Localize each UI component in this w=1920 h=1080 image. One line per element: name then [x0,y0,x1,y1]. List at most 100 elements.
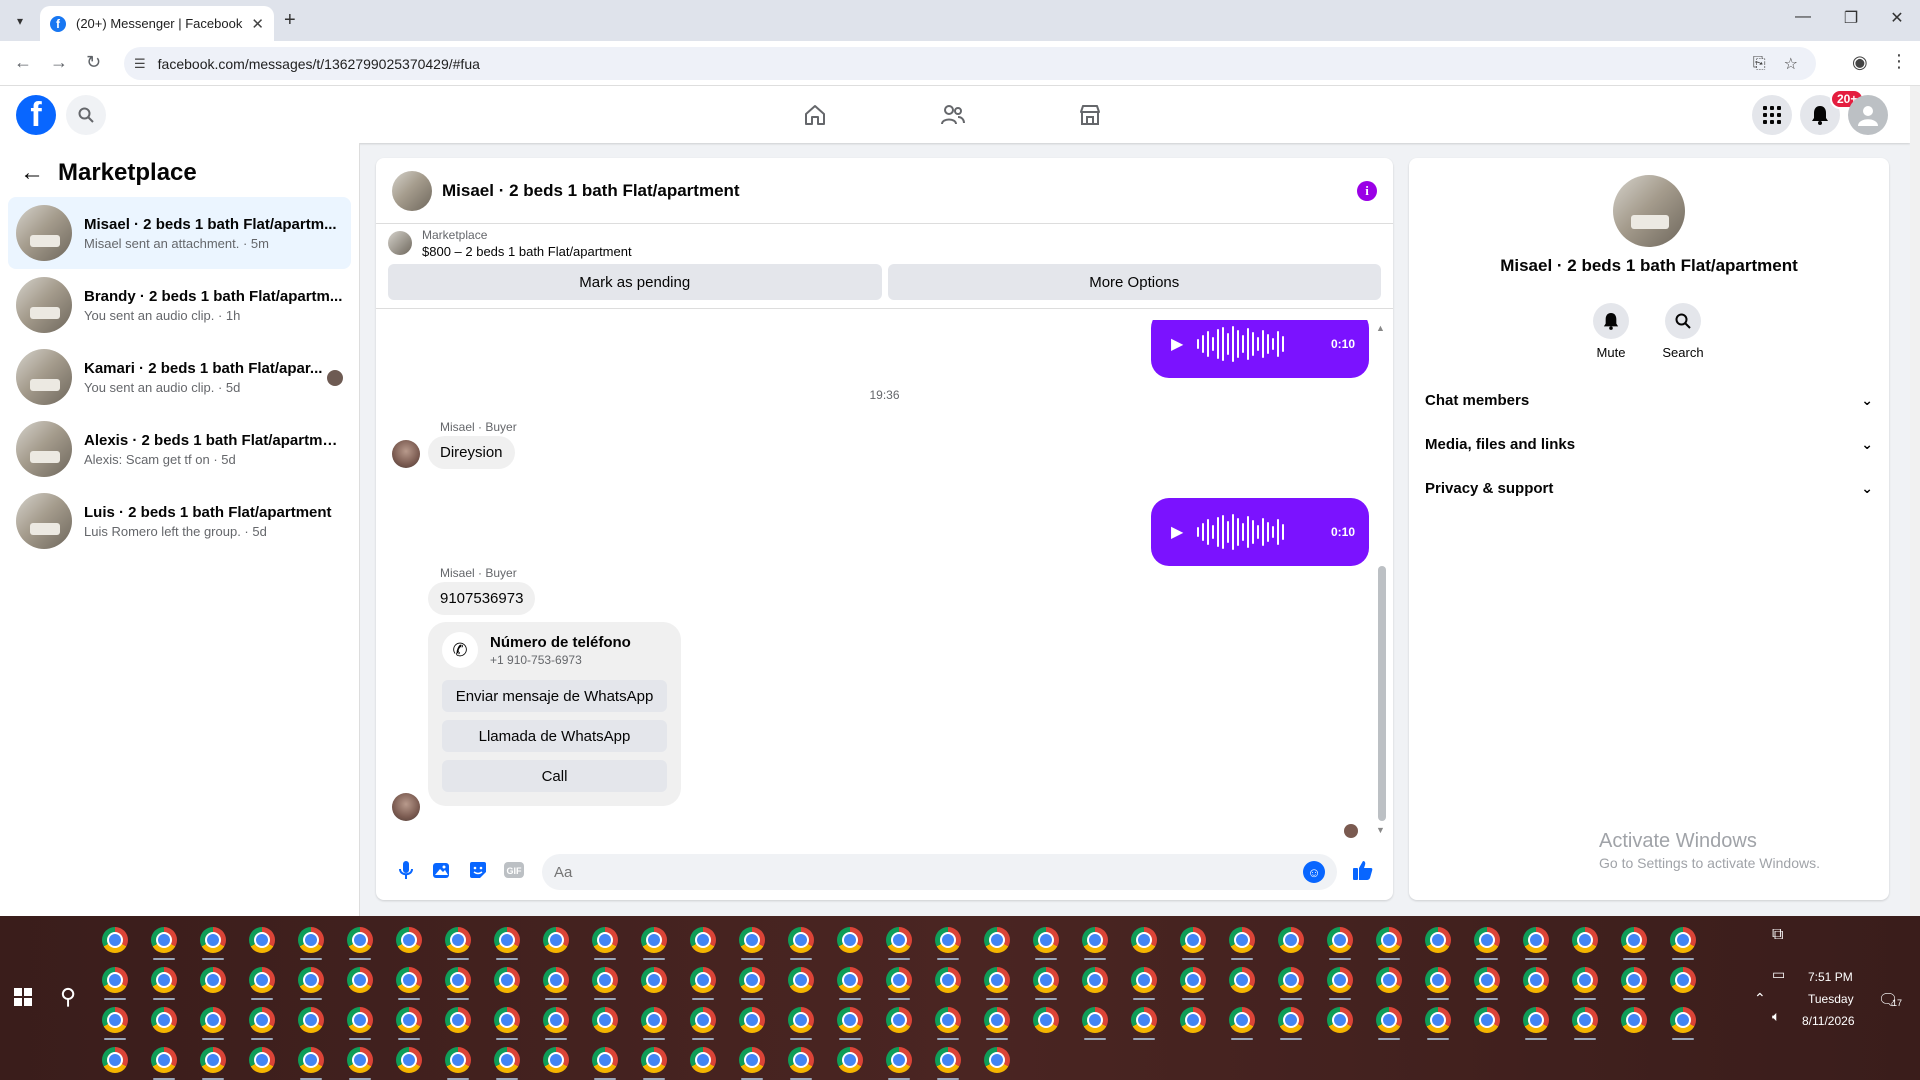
chrome-app-icon[interactable] [1180,927,1206,960]
taskbar-search-icon[interactable]: ⚲ [60,984,76,1010]
chrome-app-icon[interactable] [396,927,422,953]
chrome-app-icon[interactable] [543,927,569,953]
chrome-app-icon[interactable] [739,967,765,1000]
chrome-app-icon[interactable] [935,927,961,960]
chrome-app-icon[interactable] [494,1047,520,1080]
chat-title[interactable]: Misael · 2 beds 1 bath Flat/apartment [442,181,1357,201]
chrome-app-icon[interactable] [347,1047,373,1080]
chrome-app-icon[interactable] [347,927,373,960]
chrome-app-icon[interactable] [1082,967,1108,993]
chrome-app-icon[interactable] [1621,967,1647,1000]
chrome-app-icon[interactable] [396,967,422,1000]
bookmark-star-icon[interactable]: ☆ [1784,54,1798,74]
sticker-icon[interactable] [460,860,496,885]
play-icon[interactable]: ▶ [1171,522,1183,542]
chrome-app-icon[interactable] [739,1047,765,1080]
conversation-item[interactable]: Misael · 2 beds 1 bath Flat/apartm... Mi… [8,197,351,269]
window-close-icon[interactable]: ✕ [1874,8,1920,28]
search-control[interactable]: Search [1653,303,1713,360]
message-input[interactable] [554,863,1303,881]
chrome-app-icon[interactable] [1523,1007,1549,1040]
mark-as-pending-button[interactable]: Mark as pending [388,264,882,300]
chrome-app-icon[interactable] [249,927,275,953]
chrome-app-icon[interactable] [1376,1007,1402,1040]
microphone-icon[interactable] [388,860,424,885]
message-bubble[interactable]: 9107536973 [428,582,536,615]
chrome-app-icon[interactable] [1523,967,1549,993]
chrome-app-icon[interactable] [1523,927,1549,960]
chrome-app-icon[interactable] [1376,967,1402,993]
conversation-item[interactable]: Brandy · 2 beds 1 bath Flat/apartm... Yo… [8,269,351,341]
chrome-app-icon[interactable] [984,1047,1010,1073]
chrome-app-icon[interactable] [984,1007,1010,1040]
chrome-app-icon[interactable] [1474,1007,1500,1033]
marketplace-icon[interactable] [1070,99,1110,131]
reload-icon[interactable]: ↻ [86,52,101,73]
chrome-app-icon[interactable] [886,967,912,1000]
chrome-app-icon[interactable] [1327,927,1353,960]
chrome-app-icon[interactable] [592,927,618,960]
chrome-app-icon[interactable] [445,1047,471,1080]
search-icon[interactable] [66,95,106,135]
chrome-app-icon[interactable] [298,967,324,1000]
message-input-wrapper[interactable]: ☺ [542,854,1337,890]
chrome-app-icon[interactable] [1131,1007,1157,1040]
play-icon[interactable]: ▶ [1171,334,1183,354]
page-scrollbar[interactable] [1910,86,1920,916]
friends-icon[interactable] [933,99,973,131]
menu-grid-icon[interactable] [1752,95,1792,135]
restore-icon[interactable]: ❐ [1828,8,1874,28]
bell-icon[interactable] [1593,303,1629,339]
chat-members-section[interactable]: Chat members ⌄ [1425,382,1873,418]
chrome-app-icon[interactable] [1474,967,1500,1000]
chrome-app-icon[interactable] [102,927,128,953]
chrome-app-icon[interactable] [298,1007,324,1033]
chrome-app-icon[interactable] [788,927,814,960]
chrome-app-icon[interactable] [1082,1007,1108,1040]
chrome-app-icon[interactable] [1425,967,1451,1000]
new-tab-button[interactable]: + [284,9,296,32]
more-options-button[interactable]: More Options [887,264,1381,300]
chrome-app-icon[interactable] [935,967,961,993]
scroll-down-arrow-icon[interactable]: ▼ [1376,825,1385,835]
chrome-app-icon[interactable] [494,967,520,993]
message-list[interactable]: ▶ 0:10 19:36 Misael · Buyer Direysion ▶ … [376,320,1393,828]
clock-time[interactable]: 7:51 PM [1808,970,1853,984]
chrome-app-icon[interactable] [1082,927,1108,960]
chrome-app-icon[interactable] [445,967,471,1000]
chrome-app-icon[interactable] [690,967,716,1000]
message-bubble[interactable]: Direysion [428,436,515,469]
back-arrow-icon[interactable]: ← [20,159,44,187]
conversation-avatar[interactable] [1613,175,1685,247]
chrome-app-icon[interactable] [102,1007,128,1040]
scroll-up-arrow-icon[interactable]: ▲ [1376,323,1385,333]
sender-avatar[interactable] [392,440,420,468]
thumbs-up-icon[interactable] [1345,859,1381,886]
chrome-app-icon[interactable] [200,927,226,960]
tray-overflow-icon[interactable]: ⧉ [1772,926,1783,944]
chrome-app-icon[interactable] [1278,967,1304,1000]
media-files-links-section[interactable]: Media, files and links ⌄ [1425,426,1873,462]
chrome-app-icon[interactable] [445,1007,471,1033]
chrome-app-icon[interactable] [739,927,765,960]
chrome-app-icon[interactable] [494,1007,520,1040]
home-icon[interactable] [795,99,835,131]
chrome-app-icon[interactable] [151,967,177,1000]
chrome-app-icon[interactable] [543,1047,569,1073]
chrome-app-icon[interactable] [641,927,667,960]
chrome-app-icon[interactable] [886,1047,912,1080]
chrome-app-icon[interactable] [298,1047,324,1080]
chrome-app-icon[interactable] [690,927,716,953]
chat-scrollbar[interactable] [1378,566,1386,821]
gif-icon[interactable]: GIF [496,861,532,884]
tab-close-icon[interactable]: ✕ [251,15,264,33]
clock-date[interactable]: 8/11/2026 [1802,1014,1855,1028]
chrome-app-icon[interactable] [1229,1007,1255,1040]
chrome-app-icon[interactable] [1572,927,1598,953]
chrome-app-icon[interactable] [1131,967,1157,1000]
browser-tab[interactable]: f (20+) Messenger | Facebook ✕ [40,6,274,41]
network-icon[interactable]: ▭ [1772,966,1785,983]
chrome-app-icon[interactable] [641,967,667,993]
sender-avatar[interactable] [392,793,420,821]
site-info-icon[interactable]: ☰ [134,56,146,72]
